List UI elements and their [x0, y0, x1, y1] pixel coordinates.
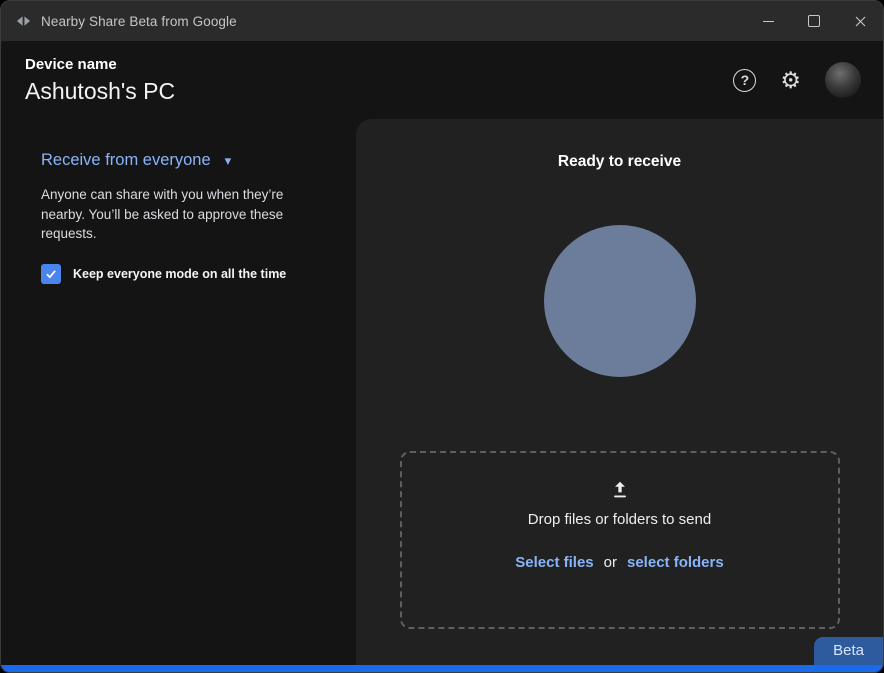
- select-files-link[interactable]: Select files: [515, 554, 593, 571]
- device-name-label: Device name: [25, 55, 117, 73]
- header-actions: ? ⚙: [733, 62, 861, 98]
- minimize-icon: [762, 20, 774, 22]
- device-info: Device name Ashutosh's PC: [25, 56, 175, 105]
- chevron-down-icon: ▾: [224, 152, 232, 168]
- close-button[interactable]: [837, 1, 883, 41]
- visibility-description: Anyone can share with you when they’re n…: [41, 187, 284, 242]
- help-button[interactable]: ?: [733, 68, 757, 92]
- beta-badge-label: Beta: [833, 642, 864, 659]
- checkbox-label: Keep everyone mode on all the time: [73, 266, 287, 281]
- settings-button[interactable]: ⚙: [780, 66, 801, 93]
- app-window: Nearby Share Beta from Google Device nam…: [0, 0, 884, 673]
- receive-radar-circle: [543, 225, 696, 377]
- maximize-button[interactable]: [791, 1, 837, 41]
- bottom-accent-bar: [1, 665, 883, 672]
- dropzone-or-text: or: [603, 554, 617, 571]
- checkmark-icon: [46, 269, 56, 279]
- gear-icon: ⚙: [780, 66, 801, 93]
- maximize-icon: [808, 15, 820, 27]
- avatar[interactable]: [825, 62, 861, 98]
- help-icon: ?: [740, 72, 750, 88]
- select-folders-link[interactable]: select folders: [627, 554, 724, 571]
- upload-icon: [609, 479, 631, 501]
- visibility-dropdown[interactable]: Receive from everyone ▾: [41, 151, 326, 170]
- app-header: Device name Ashutosh's PC ? ⚙: [1, 41, 883, 119]
- receive-panel: Ready to receive Drop files or folders t…: [356, 119, 883, 665]
- device-name: Ashutosh's PC: [25, 77, 176, 104]
- close-icon: [855, 16, 865, 26]
- dropzone[interactable]: Drop files or folders to send Select fil…: [399, 451, 840, 629]
- visibility-dropdown-label: Receive from everyone: [41, 151, 211, 169]
- titlebar[interactable]: Nearby Share Beta from Google: [1, 1, 883, 41]
- dropzone-title: Drop files or folders to send: [527, 511, 712, 528]
- nearby-share-app-icon: [15, 13, 31, 29]
- window-controls: [745, 1, 883, 41]
- checkbox-checked[interactable]: [41, 263, 61, 284]
- keep-everyone-mode-option[interactable]: Keep everyone mode on all the time: [41, 263, 326, 284]
- beta-badge: Beta: [814, 637, 883, 665]
- visibility-panel: Receive from everyone ▾ Anyone can share…: [1, 119, 356, 665]
- status-text: Ready to receive: [557, 153, 682, 170]
- main-content: Receive from everyone ▾ Anyone can share…: [1, 119, 883, 665]
- minimize-button[interactable]: [745, 1, 791, 41]
- dropzone-actions: Select files or select folders: [515, 554, 723, 571]
- window-title: Nearby Share Beta from Google: [41, 13, 237, 29]
